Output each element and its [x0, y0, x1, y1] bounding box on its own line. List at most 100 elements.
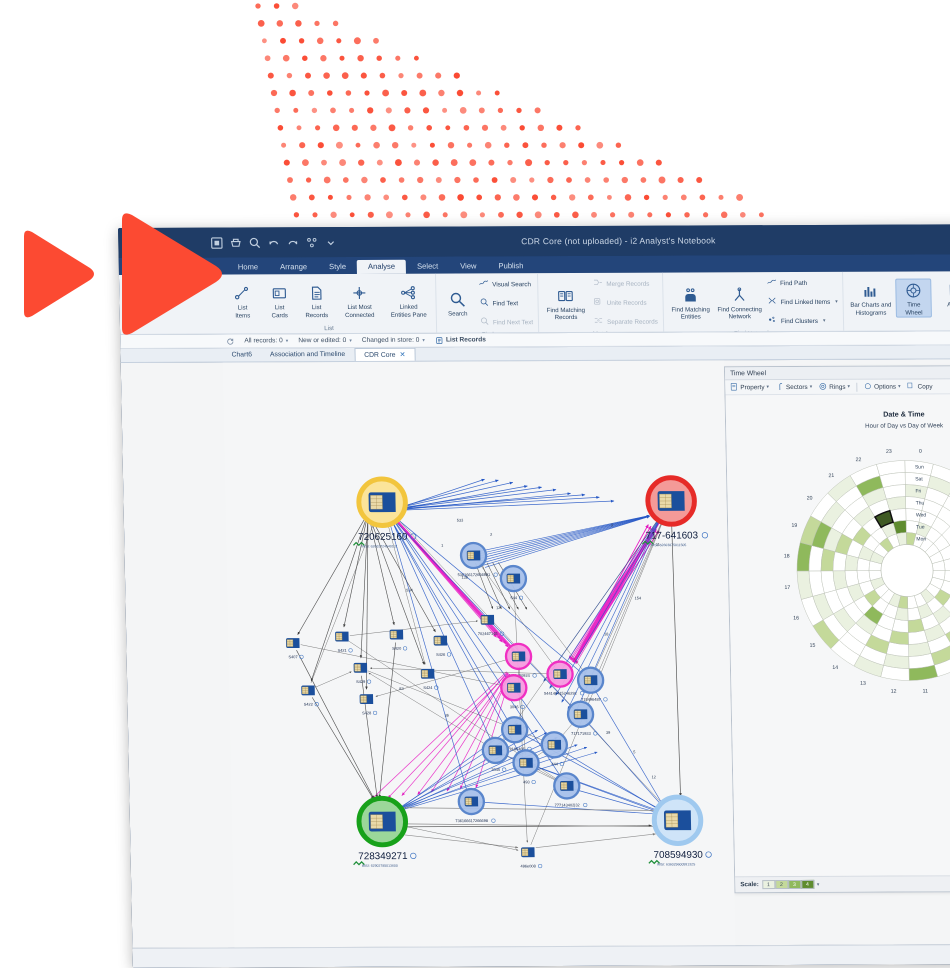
chevron-down-icon[interactable]: ▾: [823, 318, 826, 324]
ribbon-tab-home[interactable]: Home: [227, 260, 270, 274]
ribbon[interactable]: List ItemsList CardsList RecordsList Mos…: [119, 271, 950, 335]
list-records-shortcut[interactable]: List Records: [435, 336, 486, 344]
chart-node-small[interactable]: 444: [542, 732, 568, 766]
chart-node-small[interactable]: 3045: [483, 738, 509, 772]
chart-node-small[interactable]: 717171933: [568, 702, 597, 736]
refresh-icon[interactable]: [226, 337, 234, 345]
chevron-down-icon[interactable]: [324, 236, 337, 249]
ribbon-group-items[interactable]: Find Matching RecordsMerge RecordsUnite …: [541, 273, 660, 332]
ribbon-small-find-text[interactable]: Find Text: [478, 294, 533, 312]
chart-tab-chart6[interactable]: Chart6: [222, 348, 261, 361]
chevron-down-icon[interactable]: ▾: [898, 384, 901, 390]
chevron-down-icon[interactable]: ▾: [835, 299, 838, 305]
print-icon[interactable]: [229, 236, 242, 249]
chart-node-small[interactable]: S428: [360, 694, 377, 715]
chart-node-small[interactable]: 544: [501, 566, 527, 600]
records-new[interactable]: New or edited: 0▾: [298, 337, 352, 344]
close-icon[interactable]: ✕: [399, 351, 405, 359]
time-wheel-sectors-button[interactable]: Sectors▾: [775, 381, 812, 392]
ribbon-group-items[interactable]: SearchVisual SearchFind TextFind Next Te…: [439, 273, 535, 331]
ribbon-button-find-connecting-network[interactable]: Find Connecting Network: [715, 284, 764, 321]
records-all[interactable]: All records: 0▾: [244, 337, 288, 344]
chart-canvas[interactable]: S407S421S420S426S429S424S422S42870246714…: [223, 360, 736, 947]
ribbon-button-search[interactable]: Search: [439, 289, 476, 318]
ribbon-group-gain-insight: Bar Charts and HistogramsTime WheelActiv…: [843, 271, 950, 331]
chart-node-major[interactable]: 708594930IMSI: 63602960059132S: [648, 797, 712, 867]
chevron-down-icon[interactable]: ▾: [422, 337, 425, 343]
scale-swatch-4[interactable]: 4: [801, 880, 814, 889]
chart-node-small[interactable]: S407: [286, 638, 303, 659]
time-wheel-copy-button[interactable]: Copy: [906, 381, 932, 392]
ribbon-small-visual-search[interactable]: Visual Search: [478, 275, 533, 293]
chevron-down-icon[interactable]: ▾: [766, 384, 769, 390]
customize-icon[interactable]: [305, 236, 318, 249]
ribbon-tab-publish[interactable]: Publish: [487, 259, 534, 273]
ribbon-button-list-items[interactable]: List Items: [224, 283, 261, 320]
ribbon-button-time-wheel[interactable]: Time Wheel: [895, 279, 932, 318]
network-chart[interactable]: S407S421S420S426S429S424S422S42870246714…: [223, 360, 736, 947]
chart-node-small[interactable]: 493: [513, 750, 539, 784]
time-wheel-body[interactable]: 01234567891011121314151617181920212223Su…: [725, 394, 950, 876]
ribbon-tab-style[interactable]: Style: [318, 260, 357, 274]
time-wheel-scale-legend[interactable]: Scale: 1234 ▾: [735, 875, 950, 892]
ribbon-button-find-matching-records[interactable]: Find Matching Records: [541, 285, 590, 322]
ribbon-button-list-cards[interactable]: List Cards: [261, 283, 298, 320]
chart-node-small[interactable]: 3046: [501, 675, 527, 709]
undo-icon[interactable]: [267, 236, 280, 249]
ribbon-tab-view[interactable]: View: [449, 259, 488, 273]
time-wheel-ring-label: Fri: [915, 488, 921, 494]
scale-swatch-3[interactable]: 3: [788, 880, 801, 889]
time-wheel-panel[interactable]: Time Wheel Property▾Sectors▾Rings▾Option…: [724, 365, 950, 893]
time-wheel-property-button[interactable]: Property▾: [729, 382, 769, 393]
chart-node-small[interactable]: S420: [390, 630, 407, 651]
chevron-down-icon[interactable]: ▾: [286, 338, 289, 344]
chart-node-small[interactable]: 4d50450924: [506, 644, 537, 678]
redo-icon[interactable]: [286, 236, 299, 249]
scale-swatch-1[interactable]: 1: [762, 880, 775, 889]
ribbon-small-find-path[interactable]: Find Path: [766, 274, 838, 292]
chevron-down-icon[interactable]: ▾: [810, 384, 813, 390]
chart-node-small[interactable]: 777143402|32: [554, 773, 587, 807]
ribbon-group-items[interactable]: List ItemsList CardsList RecordsList Mos…: [224, 274, 433, 326]
ribbon-button-linked-entities-pane[interactable]: Linked Entities Pane: [384, 282, 433, 319]
chart-node-major[interactable]: 720625160IMSI: 62602724540131: [352, 479, 416, 549]
time-wheel-toolbar[interactable]: Property▾ Sectors▾ Rings▾ Options▾ Copy: [725, 379, 950, 395]
time-wheel-sector-label: 22: [856, 457, 862, 463]
chevron-down-icon[interactable]: ▾: [817, 881, 820, 887]
ribbon-small-buttons[interactable]: Visual SearchFind TextFind Next Text: [476, 275, 535, 331]
ribbon-tab-arrange[interactable]: Arrange: [269, 260, 318, 274]
ribbon-button-bar-charts-and-histograms[interactable]: Bar Charts and Histograms: [846, 280, 895, 317]
chevron-down-icon[interactable]: ▾: [349, 337, 352, 343]
ribbon-small-buttons[interactable]: Merge RecordsUnite RecordsSeparate Recor…: [590, 275, 660, 331]
chart-node-small[interactable]: S429: [354, 663, 371, 684]
records-changed[interactable]: Changed in store: 0▾: [362, 337, 425, 344]
ribbon-button-list-records[interactable]: List Records: [298, 282, 335, 319]
ribbon-tab-analyse[interactable]: Analyse: [357, 260, 406, 274]
time-wheel-chart[interactable]: 01234567891011121314151617181920212223Su…: [725, 394, 950, 695]
ribbon-group-items[interactable]: Find Matching EntitiesFind Connecting Ne…: [666, 272, 840, 331]
search-icon[interactable]: [248, 236, 261, 249]
chevron-down-icon[interactable]: ▾: [847, 384, 850, 390]
time-wheel-plot[interactable]: 01234567891011121314151617181920212223Su…: [782, 448, 950, 695]
ribbon-small-buttons[interactable]: Find Path Find Linked Items▾Find Clusters…: [764, 274, 840, 330]
scale-swatch-2[interactable]: 2: [775, 880, 788, 889]
time-wheel-options-button[interactable]: Options▾: [863, 381, 901, 392]
time-wheel-sector-label: 18: [784, 553, 790, 559]
ribbon-small-label: Find Path: [780, 279, 807, 286]
ribbon-button-activity-view[interactable]: Activity View: [932, 280, 950, 317]
ribbon-button-find-matching-entities[interactable]: Find Matching Entities: [666, 284, 715, 321]
ribbon-small-find-clusters[interactable]: Find Clusters▾: [767, 312, 839, 330]
ribbon-small-find-linked-items[interactable]: Find Linked Items▾: [766, 293, 838, 311]
chart-node-small[interactable]: S421: [335, 632, 352, 653]
chart-tab-association-and-timeline[interactable]: Association and Timeline: [261, 348, 354, 361]
chart-node-small[interactable]: 496e008: [520, 847, 542, 868]
ribbon-group-items[interactable]: Bar Charts and HistogramsTime WheelActiv…: [846, 271, 950, 323]
chart-node-small[interactable]: 736166617266698: [455, 789, 496, 823]
chart-edge-label: 136: [461, 575, 468, 580]
chart-node-small[interactable]: 715496487: [578, 668, 607, 702]
chart-node-major[interactable]: 717-641603IMSI: 62603875011505: [641, 478, 708, 548]
chart-tab-cdr-core[interactable]: CDR Core✕: [354, 348, 416, 361]
time-wheel-rings-button[interactable]: Rings▾: [818, 381, 850, 392]
ribbon-tab-select[interactable]: Select: [406, 260, 449, 274]
ribbon-button-list-most-connected[interactable]: List Most Connected: [335, 282, 384, 319]
